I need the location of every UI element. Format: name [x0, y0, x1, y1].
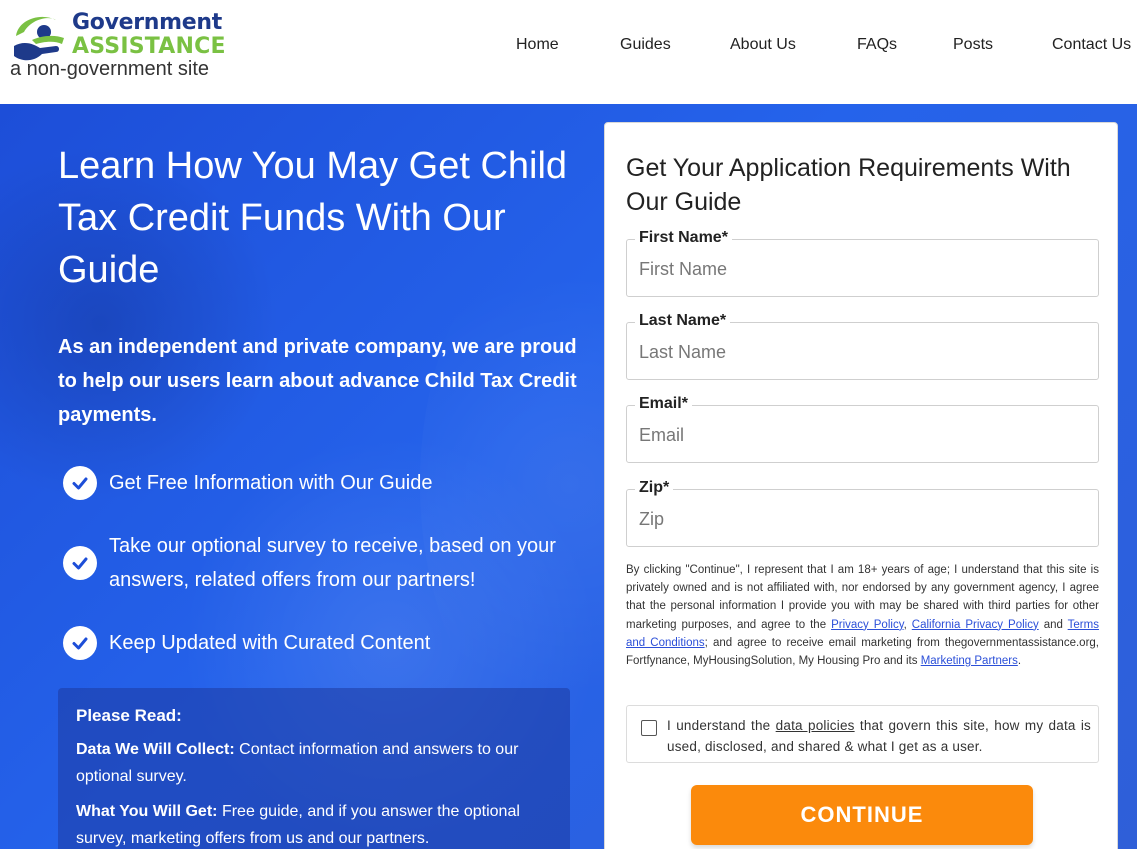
main-nav: Home Guides About Us FAQs Posts Contact … — [0, 36, 1137, 56]
legal-disclaimer: By clicking "Continue", I represent that… — [626, 561, 1099, 670]
consent-checkbox-row[interactable]: I understand the data policies that gove… — [626, 705, 1099, 763]
hero-section: Learn How You May Get Child Tax Credit F… — [0, 104, 1137, 849]
zip-label: Zip* — [635, 478, 674, 498]
first-name-input[interactable] — [639, 256, 1079, 282]
zip-field: Zip* — [626, 478, 1099, 547]
legal-separator: , — [903, 618, 907, 631]
data-policies-link[interactable]: data policies — [776, 718, 855, 733]
notice-item-label: Data We Will Collect: — [76, 741, 235, 758]
notice-item-label: What You Will Get: — [76, 803, 218, 820]
feature-text: Keep Updated with Curated Content — [109, 632, 431, 654]
nav-faqs[interactable]: FAQs — [857, 36, 897, 54]
last-name-field: Last Name* — [626, 311, 1099, 380]
privacy-policy-link[interactable]: Privacy Policy — [831, 619, 904, 631]
email-input[interactable] — [639, 422, 1079, 448]
legal-text: and — [1043, 618, 1063, 631]
feature-text: Take our optional survey to receive, bas… — [109, 535, 556, 591]
consent-text-before: I understand the — [667, 718, 771, 733]
continue-button[interactable]: CONTINUE — [691, 785, 1033, 845]
logo-wordmark-top: Government — [72, 10, 222, 35]
consent-checkbox[interactable] — [641, 720, 657, 736]
notice-heading: Please Read: — [76, 706, 182, 725]
feature-item: Keep Updated with Curated Content — [63, 626, 573, 660]
checkmark-icon — [63, 546, 97, 580]
form-title: Get Your Application Requirements With O… — [626, 154, 1071, 216]
last-name-input[interactable] — [639, 339, 1079, 365]
signup-form-card: Get Your Application Requirements With O… — [604, 122, 1118, 849]
notice-item: What You Will Get: Free guide, and if yo… — [76, 798, 552, 849]
checkmark-icon — [63, 466, 97, 500]
consent-text: I understand the data policies that gove… — [667, 715, 1091, 757]
hero-title: Learn How You May Get Child Tax Credit F… — [58, 145, 568, 291]
please-read-notice: Please Read: Data We Will Collect: Conta… — [58, 688, 570, 849]
zip-input[interactable] — [639, 506, 1079, 532]
notice-item: Data We Will Collect: Contact informatio… — [76, 736, 552, 790]
nav-home[interactable]: Home — [516, 36, 559, 54]
logo-tagline: a non-government site — [10, 58, 210, 80]
last-name-label: Last Name* — [635, 311, 731, 331]
feature-text: Get Free Information with Our Guide — [109, 472, 433, 494]
california-privacy-link[interactable]: California Privacy Policy — [912, 619, 1039, 631]
nav-about-us[interactable]: About Us — [730, 36, 796, 54]
email-label: Email* — [635, 394, 692, 414]
email-field: Email* — [626, 394, 1099, 463]
feature-item: Take our optional survey to receive, bas… — [63, 529, 573, 597]
nav-guides[interactable]: Guides — [620, 36, 671, 54]
nav-contact-us[interactable]: Contact Us — [1052, 36, 1131, 54]
hero-subtitle: As an independent and private company, w… — [58, 336, 577, 426]
nav-posts[interactable]: Posts — [953, 36, 993, 54]
checkmark-icon — [63, 626, 97, 660]
first-name-label: First Name* — [635, 228, 732, 248]
marketing-partners-link[interactable]: Marketing Partners — [921, 655, 1018, 667]
first-name-field: First Name* — [626, 228, 1099, 297]
legal-text: . — [1017, 655, 1022, 668]
feature-item: Get Free Information with Our Guide — [63, 466, 573, 500]
site-header: Government ASSISTANCE a non-government s… — [0, 0, 1137, 104]
